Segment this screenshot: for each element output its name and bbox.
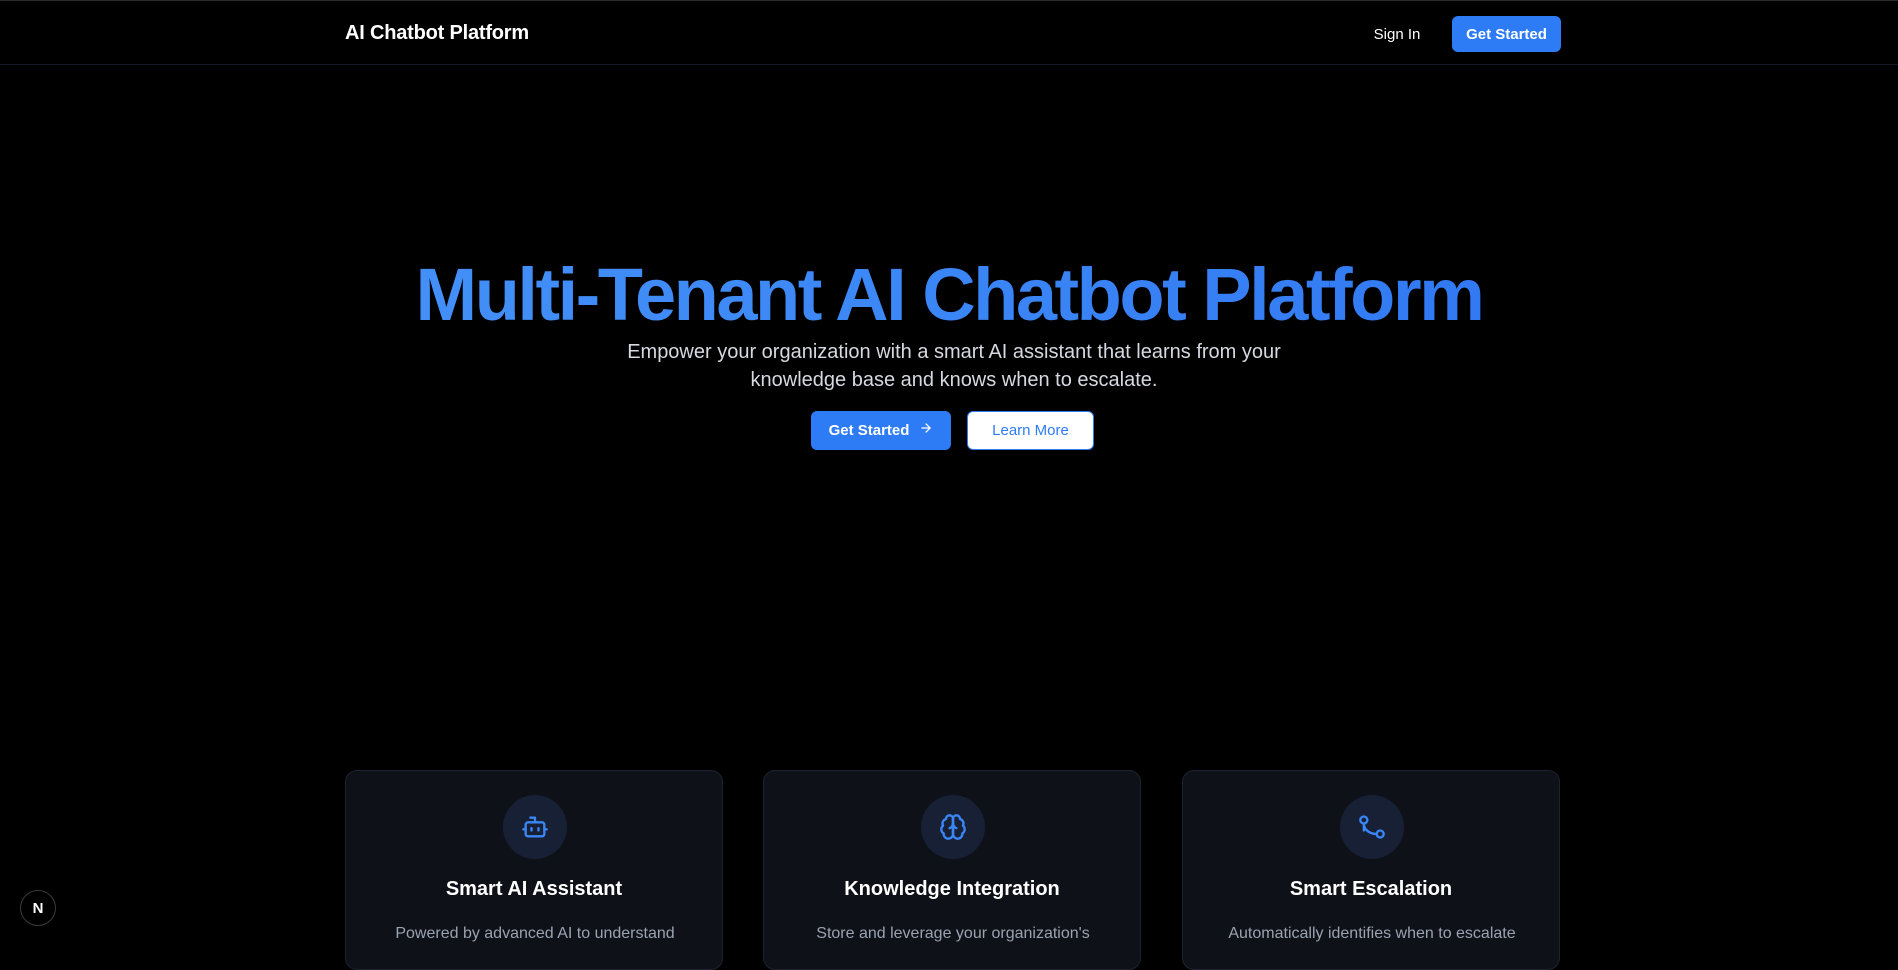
hero-subtitle: Empower your organization with a smart A…: [627, 341, 1281, 391]
feature-description: Automatically identifies when to escalat…: [1228, 925, 1516, 942]
bot-icon: [503, 795, 567, 859]
hero-title: Multi-Tenant AI Chatbot Platform: [0, 250, 1898, 340]
header-get-started-button[interactable]: Get Started: [1452, 16, 1561, 52]
learn-more-button[interactable]: Learn More: [967, 411, 1094, 450]
feature-title: Smart AI Assistant: [445, 878, 623, 900]
sign-in-link[interactable]: Sign In: [1362, 18, 1432, 50]
brain-icon: [921, 795, 985, 859]
feature-title: Knowledge Integration: [844, 878, 1060, 900]
hero-get-started-button[interactable]: Get Started: [811, 411, 951, 450]
top-navigation-bar: AI Chatbot Platform Sign In Get Started: [0, 0, 1898, 65]
nextjs-dev-badge[interactable]: N: [20, 890, 56, 926]
brand-logo-text[interactable]: AI Chatbot Platform: [345, 22, 529, 45]
arrow-right-icon: [919, 421, 933, 440]
hero-get-started-label: Get Started: [828, 422, 910, 439]
feature-description: Powered by advanced AI to understand: [395, 925, 675, 942]
feature-card-knowledge-integration: Knowledge Integration Store and leverage…: [763, 770, 1141, 970]
feature-card-smart-ai-assistant: Smart AI Assistant Powered by advanced A…: [345, 770, 723, 970]
feature-description: Store and leverage your organization's: [816, 925, 1090, 942]
git-branch-icon: [1340, 795, 1404, 859]
feature-card-smart-escalation: Smart Escalation Automatically identifie…: [1182, 770, 1560, 970]
feature-title: Smart Escalation: [1289, 878, 1453, 900]
